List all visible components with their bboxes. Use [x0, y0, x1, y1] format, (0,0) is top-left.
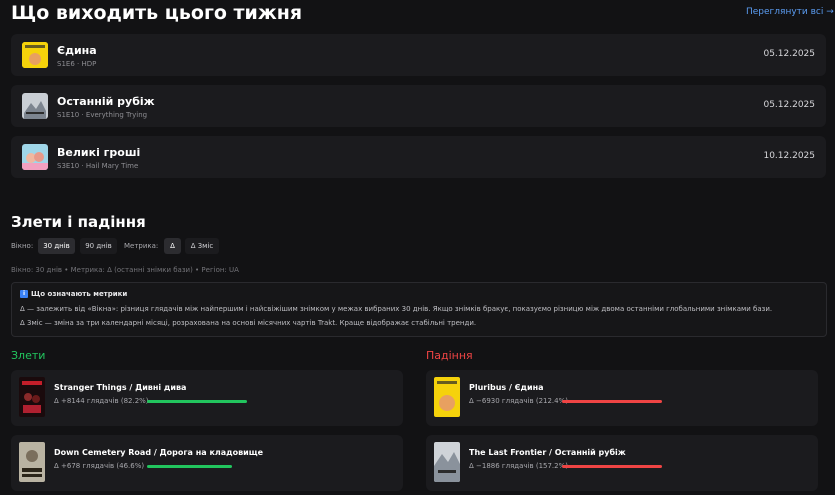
episode-thumbnail: [22, 42, 48, 68]
fall-title: The Last Frontier / Останній рубіж: [469, 448, 626, 457]
poster-image: [434, 377, 460, 417]
rises-heading: Злети: [11, 349, 46, 362]
rise-bar: [147, 465, 232, 468]
falls-heading: Падіння: [426, 349, 473, 362]
episode-subtitle: S3E10 · Hail Mary Time: [57, 162, 139, 170]
metric-option-delta[interactable]: Δ: [164, 238, 181, 254]
rise-stat: Δ +678 глядачів (46.6%): [54, 462, 145, 470]
fall-card[interactable]: Pluribus / Єдина Δ −6930 глядачів (212.4…: [426, 370, 818, 426]
fall-stat: Δ −1886 глядачів (157.2%): [469, 462, 568, 470]
rise-card[interactable]: Stranger Things / Дивні дива Δ +8144 гля…: [11, 370, 403, 426]
episode-date: 10.12.2025: [763, 151, 815, 161]
episode-date: 05.12.2025: [763, 49, 815, 59]
page-title: Що виходить цього тижня: [11, 2, 303, 24]
episode-thumbnail: [22, 93, 48, 119]
info-line-delta: Δ — залежить від «Вікна»: різниця глядач…: [20, 305, 773, 313]
episode-card[interactable]: Єдина S1E6 · HDP 05.12.2025: [11, 34, 826, 76]
fall-bar: [562, 400, 662, 403]
rise-title: Down Cemetery Road / Дорога на кладовище: [54, 448, 264, 457]
episode-title: Великі гроші: [57, 146, 141, 159]
rise-card[interactable]: Down Cemetery Road / Дорога на кладовище…: [11, 435, 403, 491]
fall-stat: Δ −6930 глядачів (212.4%): [469, 397, 568, 405]
poster-image: [19, 442, 45, 482]
window-label: Вікно:: [11, 242, 34, 250]
metrics-info-box: i Що означають метрики Δ — залежить від «…: [11, 282, 827, 337]
info-icon: i: [20, 290, 28, 298]
see-all-link[interactable]: Переглянути всі →: [746, 7, 834, 17]
window-option-30[interactable]: 30 днів: [38, 238, 75, 254]
metric-option-3m[interactable]: Δ 3міс: [185, 238, 219, 254]
episode-title: Останній рубіж: [57, 95, 155, 108]
section-title: Злети і падіння: [11, 213, 146, 231]
info-line-delta-3m: Δ 3міс — зміна за три календарні місяці,…: [20, 319, 477, 327]
episode-subtitle: S1E10 · Everything Trying: [57, 111, 148, 119]
poster-image: [19, 377, 45, 417]
episode-card[interactable]: Останній рубіж S1E10 · Everything Trying…: [11, 85, 826, 127]
fall-title: Pluribus / Єдина: [469, 383, 544, 392]
episode-date: 05.12.2025: [763, 100, 815, 110]
info-title: Що означають метрики: [31, 290, 128, 298]
fall-bar: [562, 465, 662, 468]
window-option-90[interactable]: 90 днів: [80, 238, 117, 254]
episode-card[interactable]: Великі гроші S3E10 · Hail Mary Time 10.1…: [11, 136, 826, 178]
rise-stat: Δ +8144 глядачів (82.2%): [54, 397, 149, 405]
episode-subtitle: S1E6 · HDP: [57, 60, 97, 68]
fall-card[interactable]: The Last Frontier / Останній рубіж Δ −18…: [426, 435, 818, 491]
episode-title: Єдина: [57, 44, 97, 57]
filter-summary: Вікно: 30 днів • Метрика: Δ (останні зні…: [11, 266, 239, 274]
rise-bar: [147, 400, 247, 403]
metric-label: Метрика:: [124, 242, 159, 250]
episode-thumbnail: [22, 144, 48, 170]
rise-title: Stranger Things / Дивні дива: [54, 383, 187, 392]
poster-image: [434, 442, 460, 482]
